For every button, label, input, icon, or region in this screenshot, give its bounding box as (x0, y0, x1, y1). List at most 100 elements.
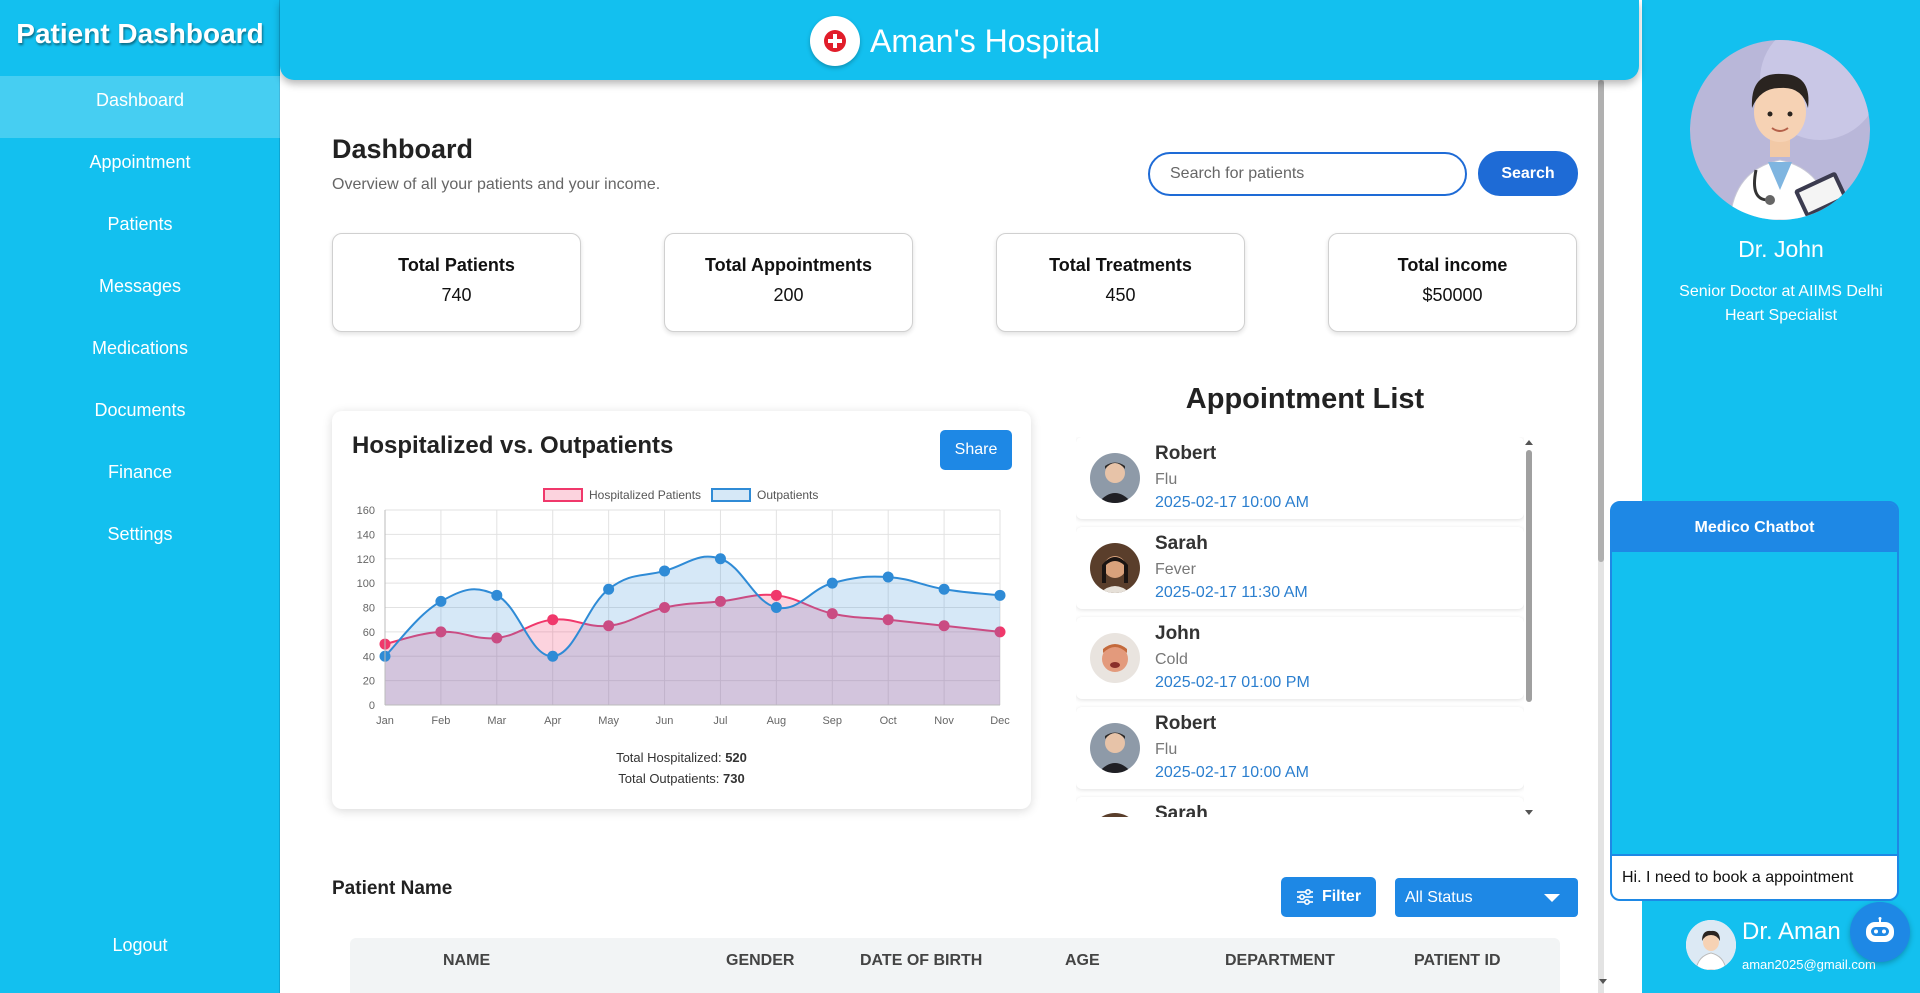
stat-title: Total Appointments (705, 255, 872, 275)
appointment-item[interactable]: Robert Flu 2025-02-17 10:00 AM (1076, 437, 1524, 519)
user-avatar[interactable] (1686, 920, 1736, 970)
appointment-item[interactable]: Sarah Fever 2025-02-17 11:30 AM (1076, 527, 1524, 609)
appointment-item[interactable]: Robert Flu 2025-02-17 10:00 AM (1076, 707, 1524, 789)
chatbot-toggle-button[interactable] (1850, 902, 1910, 962)
chart-title: Hospitalized vs. Outpatients (352, 432, 674, 459)
user-email: aman2025@gmail.com (1742, 957, 1876, 972)
data-point (491, 589, 503, 601)
doctor-name: Dr. John (1738, 236, 1824, 262)
column-header-gender[interactable]: GENDER (726, 952, 794, 970)
appointment-list[interactable]: Robert Flu 2025-02-17 10:00 AM Sarah Fev… (1076, 437, 1524, 817)
x-tick-label: May (598, 715, 619, 727)
stat-title: Total income (1397, 255, 1508, 275)
legend-label: Hospitalized Patients (589, 488, 701, 502)
total-hospitalized-label: Total Hospitalized: (616, 750, 722, 765)
hospital-cross-icon (810, 16, 860, 66)
data-point (938, 583, 950, 595)
x-tick-label: Sep (822, 715, 842, 727)
search-button[interactable]: Search (1478, 151, 1578, 196)
sidebar-item-messages[interactable]: Messages (0, 262, 280, 324)
avatar (1090, 543, 1140, 593)
column-header-patient-id[interactable]: PATIENT ID (1414, 952, 1501, 970)
appointment-name: Sarah (1155, 803, 1208, 817)
x-tick-label: Jan (376, 715, 394, 727)
chatbot-input[interactable] (1612, 854, 1897, 899)
x-tick-label: Mar (487, 715, 506, 727)
stat-card-total-treatments: Total Treatments 450 (996, 233, 1245, 332)
appointment-condition: Fever (1155, 561, 1196, 578)
filter-button[interactable]: Filter (1281, 877, 1376, 917)
x-tick-label: Feb (431, 715, 450, 727)
doctor-avatar (1690, 40, 1870, 220)
data-point (714, 553, 726, 565)
sidebar-nav: Dashboard Appointment Patients Messages … (0, 76, 280, 572)
search-input[interactable] (1148, 152, 1467, 196)
appointment-item[interactable]: Sarah (1076, 797, 1524, 817)
data-point (882, 571, 894, 583)
legend-label: Outpatients (757, 488, 818, 502)
y-tick-label: 60 (363, 627, 375, 639)
y-tick-label: 120 (357, 554, 375, 566)
sidebar-item-appointment[interactable]: Appointment (0, 138, 280, 200)
sidebar-item-finance[interactable]: Finance (0, 448, 280, 510)
appointment-name: John (1155, 623, 1201, 644)
appointment-datetime: 2025-02-17 11:30 AM (1155, 584, 1308, 601)
appointment-item[interactable]: John Cold 2025-02-17 01:00 PM (1076, 617, 1524, 699)
appointment-datetime: 2025-02-17 01:00 PM (1155, 674, 1310, 691)
page-subtitle: Overview of all your patients and your i… (332, 176, 661, 193)
sidebar-item-patients[interactable]: Patients (0, 200, 280, 262)
x-tick-label: Apr (544, 715, 561, 727)
share-button[interactable]: Share (940, 430, 1012, 470)
status-select[interactable]: All Status (1395, 878, 1578, 917)
robot-chat-icon (1866, 917, 1894, 942)
appointment-datetime: 2025-02-17 10:00 AM (1155, 494, 1309, 511)
column-header-name[interactable]: NAME (443, 952, 490, 970)
y-tick-label: 80 (363, 603, 375, 615)
y-tick-label: 140 (357, 529, 375, 541)
app-header: Aman's Hospital (280, 0, 1639, 80)
data-point (994, 589, 1006, 601)
appointment-scroll-down-icon[interactable] (1525, 810, 1533, 815)
sidebar-item-settings[interactable]: Settings (0, 510, 280, 572)
main-scrollbar-thumb[interactable] (1598, 80, 1604, 562)
data-point (603, 583, 615, 595)
logout-link[interactable]: Logout (0, 935, 280, 956)
x-tick-label: Dec (990, 715, 1010, 727)
column-header-department[interactable]: DEPARTMENT (1225, 952, 1335, 970)
chatbot-window: Medico Chatbot (1610, 501, 1899, 901)
sidebar-item-medications[interactable]: Medications (0, 324, 280, 386)
main-scroll-down-icon[interactable] (1599, 979, 1607, 984)
status-select-value: All Status (1405, 889, 1473, 906)
data-point (547, 650, 559, 662)
y-tick-label: 20 (363, 676, 375, 688)
doctor-title: Senior Doctor at AIIMS Delhi Heart Speci… (1642, 280, 1920, 328)
appointment-scroll-up-icon[interactable] (1525, 440, 1533, 445)
patient-table-title: Patient Name (332, 878, 453, 899)
hospital-name: Aman's Hospital (870, 22, 1101, 59)
x-tick-label: Nov (934, 715, 954, 727)
sidebar-brand: Patient Dashboard (16, 18, 264, 49)
hospitalized-vs-outpatients-chart: 0 20 40 60 80 100 120 140 160 Jan Feb Mar Apr May Jun J… (357, 488, 1010, 727)
doctor-title-line2: Heart Specialist (1724, 307, 1838, 324)
stat-value: 200 (773, 285, 804, 305)
legend-swatch (711, 488, 751, 502)
sidebar-item-dashboard[interactable]: Dashboard (0, 76, 280, 138)
y-tick-label: 0 (369, 700, 375, 712)
sidebar-item-documents[interactable]: Documents (0, 386, 280, 448)
avatar (1090, 813, 1140, 817)
appointment-condition: Flu (1155, 471, 1178, 488)
filter-sliders-icon (1296, 889, 1313, 905)
data-point (826, 577, 838, 589)
stat-card-total-income: Total income $50000 (1328, 233, 1577, 332)
appointment-scrollbar-thumb[interactable] (1526, 450, 1532, 702)
chatbot-title: Medico Chatbot (1612, 503, 1897, 552)
stat-value: $50000 (1422, 285, 1483, 305)
column-header-date-of-birth[interactable]: DATE OF BIRTH (860, 952, 982, 970)
patient-table-header: NAME GENDER DATE OF BIRTH AGE DEPARTMENT… (350, 938, 1560, 993)
legend-swatch (543, 488, 583, 502)
data-point (770, 602, 782, 613)
chatbot-messages (1612, 552, 1897, 853)
appointment-datetime: 2025-02-17 10:00 AM (1155, 764, 1309, 781)
column-header-age[interactable]: AGE (1065, 952, 1100, 970)
x-tick-label: Jun (656, 715, 674, 727)
